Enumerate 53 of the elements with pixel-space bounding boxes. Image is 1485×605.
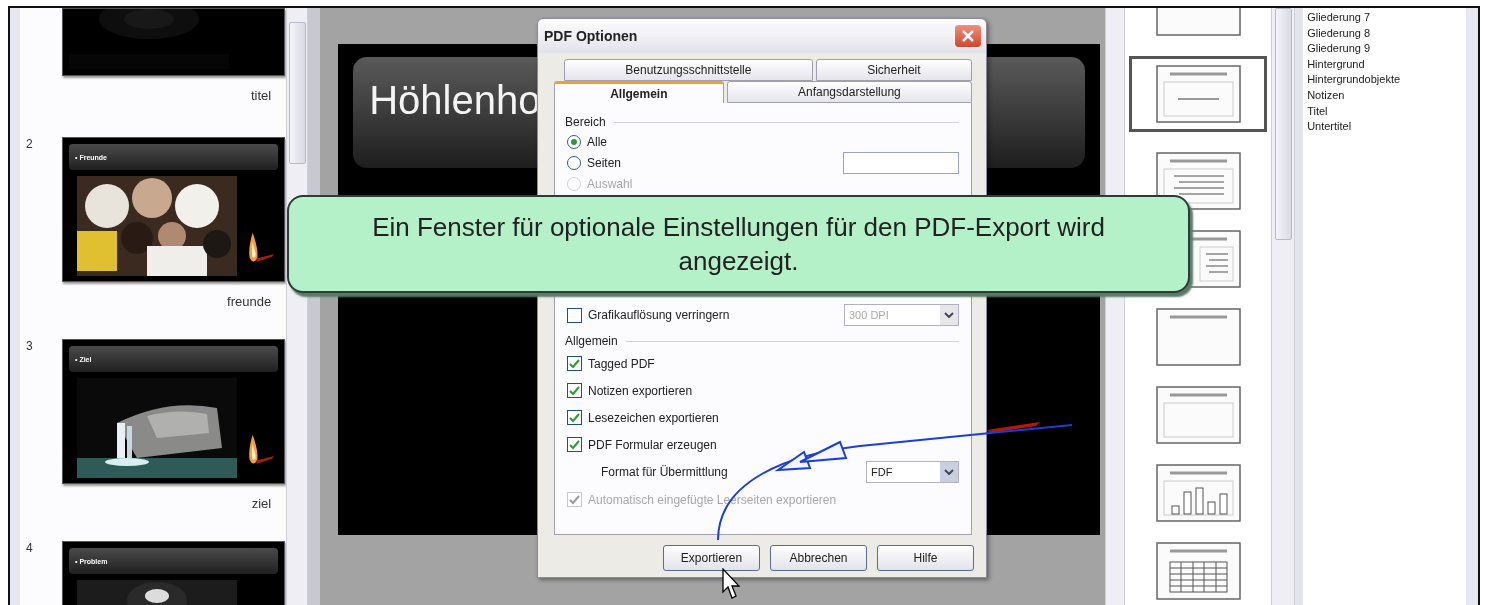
- section-heading: Bereich: [565, 115, 606, 129]
- slide-name: freunde: [227, 294, 272, 309]
- slide-number: 2: [25, 137, 34, 153]
- option-label: Auswahl: [587, 176, 633, 191]
- dialog-button[interactable]: Exportieren: [663, 545, 760, 571]
- tab[interactable]: Anfangsdarstellung: [726, 81, 972, 103]
- tab[interactable]: Benutzungsschnittstelle: [564, 59, 813, 81]
- dialog-button[interactable]: Abbrechen: [770, 545, 867, 571]
- slide-name: ziel: [251, 496, 272, 511]
- slide-name: titel: [250, 88, 272, 103]
- style-item[interactable]: Untertitel: [1307, 119, 1466, 135]
- light-streak-icon: [986, 420, 1043, 434]
- slide-title: Höhlenho: [369, 77, 541, 123]
- option-label: Lesezeichen exportieren: [588, 410, 719, 425]
- pages-field[interactable]: [843, 151, 959, 174]
- format-select[interactable]: FDF: [866, 461, 959, 483]
- mouse-pointer-icon: [722, 568, 741, 599]
- scrollbar[interactable]: [1271, 8, 1296, 605]
- close-button[interactable]: [954, 24, 982, 48]
- option-label: Tagged PDF: [588, 356, 655, 371]
- style-item[interactable]: Gliederung 9: [1307, 41, 1466, 57]
- option-label: Seiten: [587, 155, 622, 170]
- section-heading: Allgemein: [565, 334, 618, 348]
- slide-number: 4: [25, 541, 34, 557]
- caret-icon: [944, 312, 954, 318]
- checkbox[interactable]: [567, 356, 582, 371]
- radio-button[interactable]: [567, 134, 581, 149]
- style-item[interactable]: Hintergrundobjekte: [1307, 72, 1466, 88]
- style-item[interactable]: Gliederung 8: [1307, 25, 1466, 42]
- style-item[interactable]: Gliederung 7: [1307, 10, 1466, 26]
- option-label: Grafikauflösung verringern: [588, 308, 730, 322]
- callout-text: Ein Fenster für optionale Einstellungen für den PDF-Export wird angezeigt.: [371, 211, 1106, 278]
- style-item[interactable]: Titel: [1307, 103, 1466, 120]
- slide-number: 3: [25, 339, 34, 355]
- option-label: Alle: [587, 134, 607, 149]
- layout-option[interactable]: [1129, 56, 1268, 132]
- checkbox[interactable]: [567, 437, 582, 452]
- checkbox[interactable]: [567, 410, 582, 425]
- option-label: Notizen exportieren: [588, 383, 693, 398]
- style-item[interactable]: Hintergrund: [1307, 56, 1466, 73]
- checkbox[interactable]: [567, 307, 582, 323]
- style-item[interactable]: Notizen: [1307, 87, 1466, 104]
- option-label: PDF Formular erzeugen: [588, 437, 717, 452]
- tab[interactable]: Sicherheit: [815, 59, 972, 81]
- dialog-title: PDF Optionen: [544, 28, 638, 44]
- slide-thumbnail[interactable]: [62, 8, 285, 76]
- caret-icon: [944, 469, 954, 475]
- checkbox[interactable]: [567, 383, 582, 398]
- close-icon: [962, 30, 974, 42]
- radio-button[interactable]: [567, 155, 581, 170]
- option-label: Format für Übermittlung: [601, 465, 728, 479]
- dialog-button[interactable]: Hilfe: [877, 545, 974, 571]
- tab[interactable]: Allgemein: [554, 81, 724, 103]
